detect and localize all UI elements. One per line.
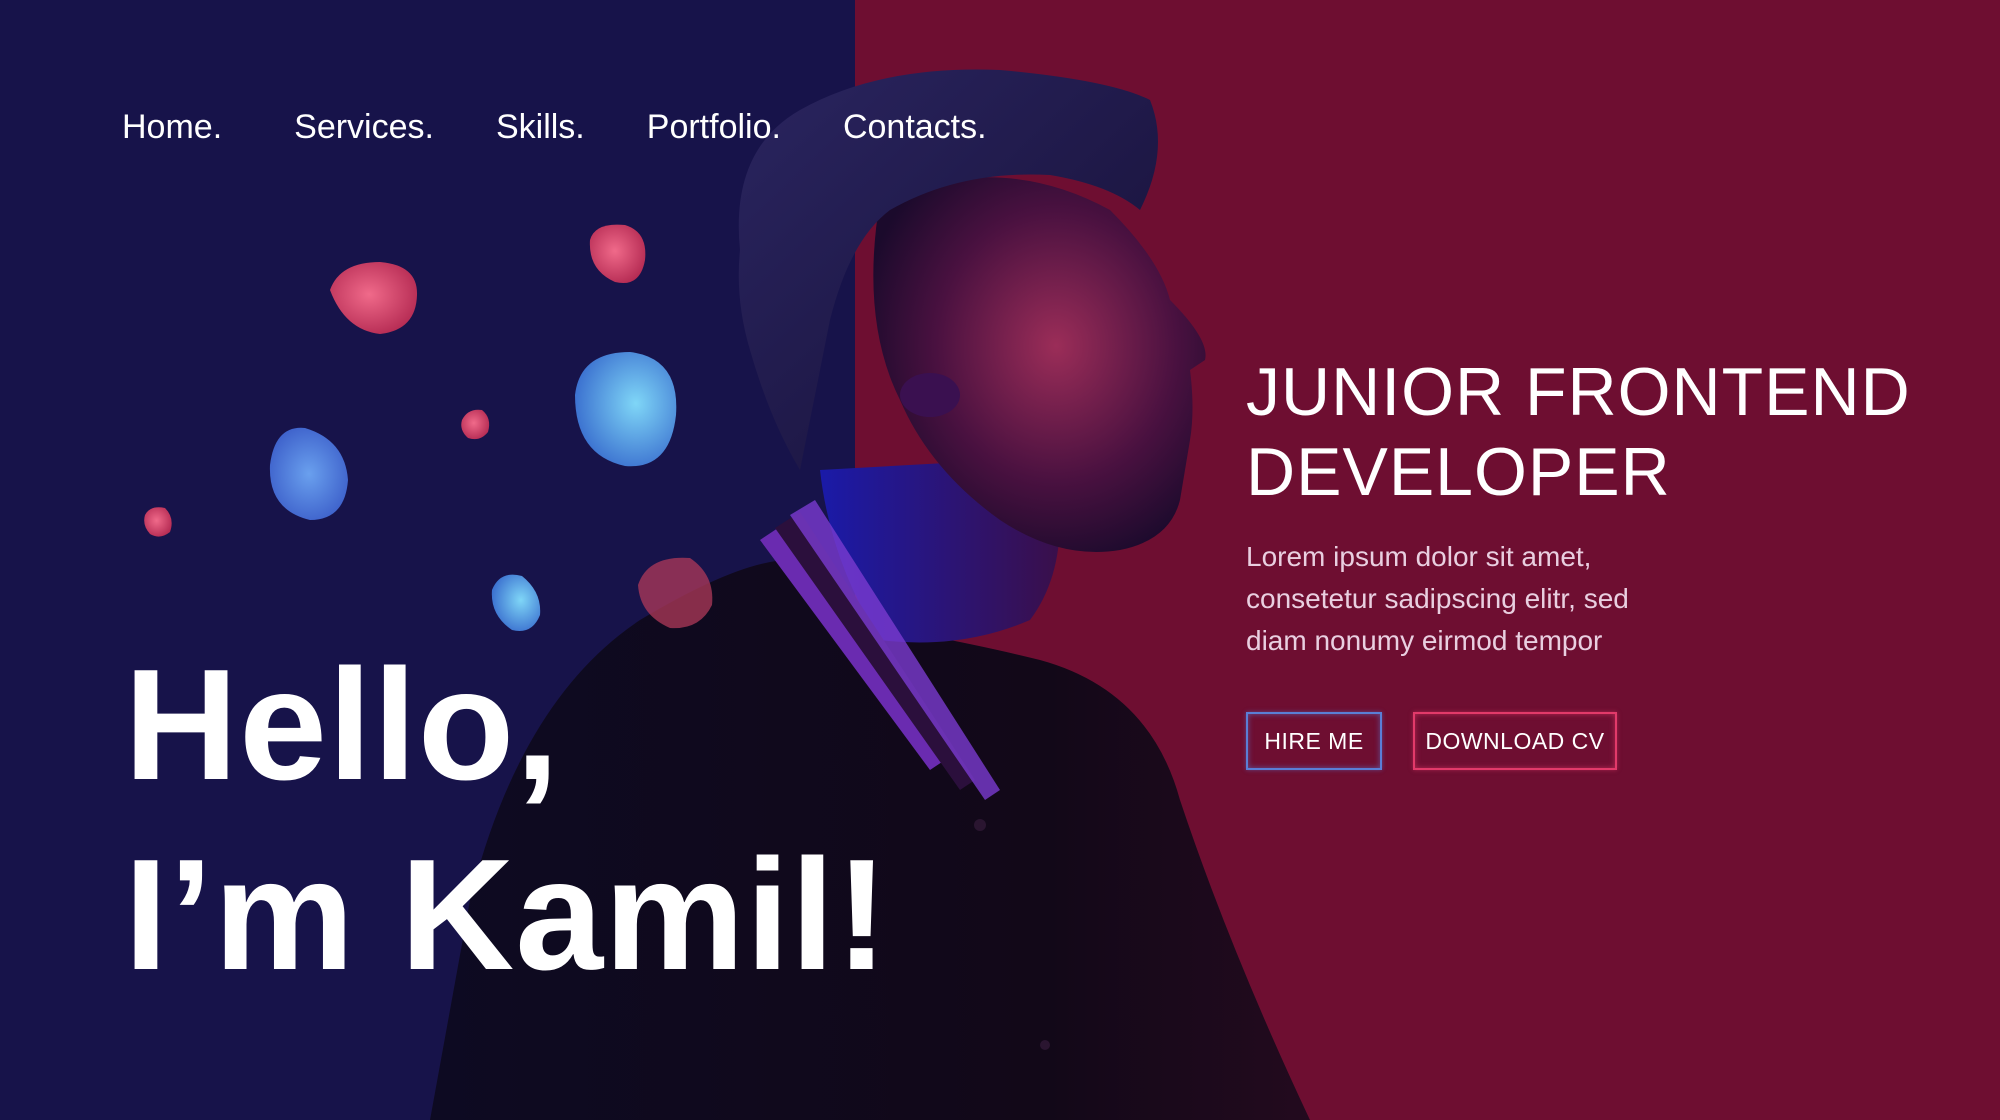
nav-item-home[interactable]: Home. [122, 108, 222, 147]
nav-item-services[interactable]: Services. [294, 108, 434, 147]
main-navigation: Home. Services. Skills. Portfolio. Conta… [122, 108, 987, 147]
description-line-2: consetetur sadipscing elitr, sed [1246, 583, 1629, 614]
nav-item-skills[interactable]: Skills. [496, 108, 585, 147]
description-line-1: Lorem ipsum dolor sit amet, [1246, 541, 1592, 572]
role-title: JUNIOR FRONTEND DEVELOPER [1246, 352, 1911, 512]
role-line-2: DEVELOPER [1246, 434, 1671, 510]
blob-red-top [589, 224, 646, 284]
blob-red-large [330, 262, 418, 334]
blob-red-small [461, 409, 490, 440]
description-line-3: diam nonumy eirmod tempor [1246, 625, 1603, 656]
download-cv-button[interactable]: DOWNLOAD CV [1413, 712, 1617, 770]
role-line-1: JUNIOR FRONTEND [1246, 354, 1911, 430]
greeting-line-2: I’m Kamil! [124, 827, 890, 1003]
hero-description: Lorem ipsum dolor sit amet, consetetur s… [1246, 536, 1766, 662]
blob-blue-large [575, 352, 677, 467]
blob-blue-small [491, 574, 541, 631]
hire-me-button[interactable]: HIRE ME [1246, 712, 1382, 770]
nav-item-contacts[interactable]: Contacts. [843, 108, 987, 147]
blob-red-dim [638, 557, 713, 629]
hero-greeting: Hello, I’m Kamil! [124, 630, 889, 1010]
nav-item-portfolio[interactable]: Portfolio. [647, 108, 781, 147]
greeting-line-1: Hello, [124, 637, 561, 813]
blob-red-tiny [144, 507, 172, 537]
blob-blue-medium [269, 427, 348, 520]
